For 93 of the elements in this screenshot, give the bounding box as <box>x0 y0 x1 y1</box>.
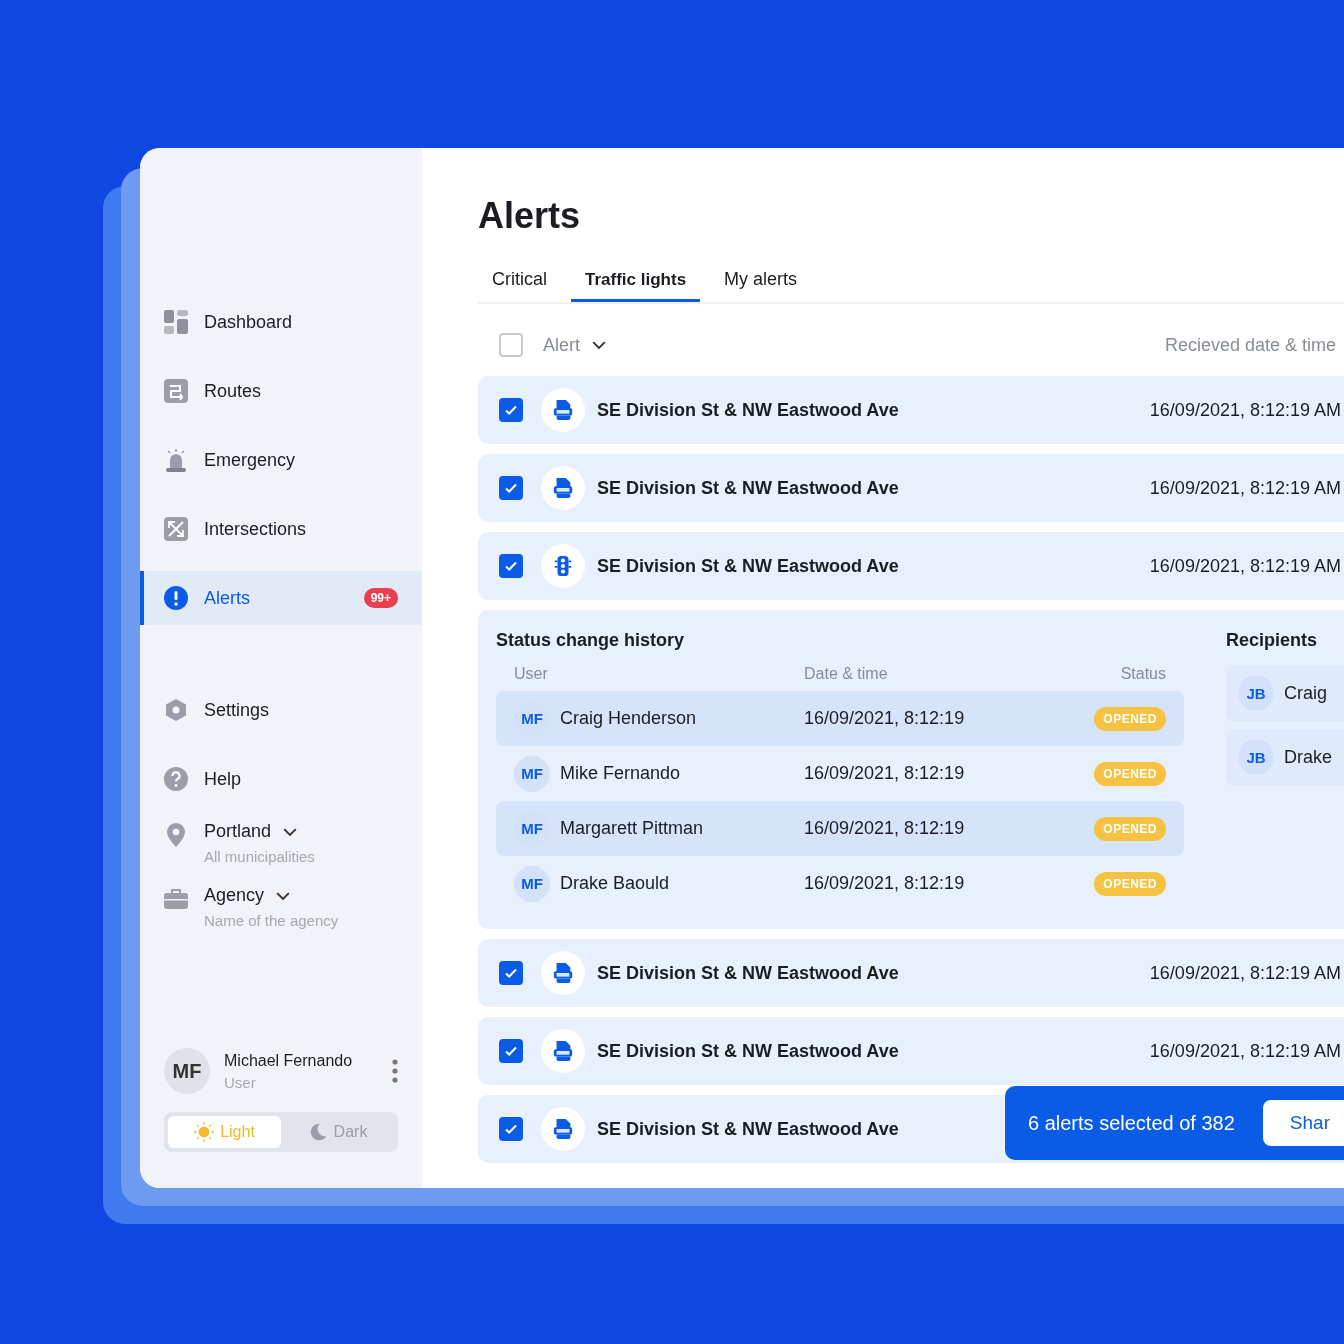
checkbox[interactable] <box>499 961 523 985</box>
status-badge: OPENED <box>1094 706 1166 731</box>
chevron-down-icon <box>592 340 606 350</box>
check-icon <box>504 966 518 980</box>
user-avatar: MF <box>514 755 550 792</box>
help-icon <box>164 767 188 791</box>
alert-name: SE Division St & NW Eastwood Ave <box>597 555 899 577</box>
alert-name: SE Division St & NW Eastwood Ave <box>597 962 899 984</box>
nav-item[interactable]: Dashboard <box>140 295 422 349</box>
history-date: 16/09/2021, 8:12:19 <box>804 763 966 784</box>
checkbox[interactable] <box>499 1039 523 1063</box>
tab[interactable]: My alerts <box>710 260 812 302</box>
selector-dropdown[interactable]: Agency <box>204 885 291 906</box>
user-role: User <box>224 1073 257 1091</box>
location-pin-icon <box>164 823 188 847</box>
nav-item[interactable]: Alerts 99+ <box>140 571 422 625</box>
intersection-icon <box>164 517 188 541</box>
nav-item[interactable]: Settings <box>140 683 422 737</box>
tab[interactable]: Traffic lights <box>571 260 701 302</box>
log-file-icon <box>552 477 574 499</box>
user-avatar: MF <box>514 865 550 902</box>
user-name: Margarett Pittman <box>560 818 704 839</box>
recipient-avatar: JB <box>1238 739 1274 775</box>
more-icon[interactable] <box>392 1059 398 1083</box>
sun-icon <box>194 1122 215 1142</box>
alert-name: SE Division St & NW Eastwood Ave <box>597 399 899 421</box>
recipient-name: Craig <box>1284 682 1327 704</box>
history-date: 16/09/2021, 8:12:19 <box>804 873 966 894</box>
tab[interactable]: Critical <box>478 260 561 302</box>
log-file-icon <box>552 399 574 421</box>
check-icon <box>504 559 518 573</box>
checkbox[interactable] <box>499 398 523 422</box>
alert-date: 16/09/2021, 8:12:19 AM <box>1149 1040 1341 1062</box>
traffic-light-icon <box>552 555 574 577</box>
settings-icon <box>164 698 188 722</box>
share-button[interactable]: Shar <box>1262 1100 1344 1146</box>
alert-row[interactable]: SE Division St & NW Eastwood Ave 16/09/2021, 8:12:19 AM <box>478 939 1344 1007</box>
log-file-icon <box>552 1040 574 1062</box>
history-date: 16/09/2021, 8:12:19 <box>804 708 966 729</box>
section-title: Recipients <box>1226 630 1318 651</box>
nav-item[interactable]: Emergency <box>140 433 422 487</box>
alert-name: SE Division St & NW Eastwood Ave <box>597 1118 899 1140</box>
section-title: Status change history <box>496 630 686 651</box>
alert-name: SE Division St & NW Eastwood Ave <box>597 1040 899 1062</box>
check-icon <box>504 403 518 417</box>
user-name: Drake Baould <box>560 873 670 894</box>
status-badge: OPENED <box>1094 871 1166 896</box>
column-header: Date & time <box>804 665 889 684</box>
alert-row[interactable]: SE Division St & NW Eastwood Ave 16/09/2021, 8:12:19 AM <box>478 532 1344 600</box>
alert-date: 16/09/2021, 8:12:19 AM <box>1149 399 1341 421</box>
selector-dropdown[interactable]: Portland <box>204 821 298 842</box>
selector-subtitle: Name of the agency <box>204 912 339 929</box>
checkbox[interactable] <box>499 554 523 578</box>
alert-date: 16/09/2021, 8:12:19 AM <box>1149 555 1341 577</box>
siren-icon <box>164 448 188 472</box>
recipient-name: Drake <box>1284 746 1332 768</box>
history-date: 16/09/2021, 8:12:19 <box>804 818 966 839</box>
alert-name: SE Division St & NW Eastwood Ave <box>597 477 899 499</box>
user-name: Michael Fernando <box>224 1051 353 1070</box>
checkbox[interactable] <box>499 476 523 500</box>
user-name: Mike Fernando <box>560 763 681 784</box>
log-file-icon <box>552 962 574 984</box>
status-badge: OPENED <box>1094 816 1166 841</box>
count-badge: 99+ <box>363 588 398 608</box>
dashboard-icon <box>164 310 188 334</box>
recipient-avatar: JB <box>1238 675 1274 711</box>
selector-subtitle: All municipalities <box>204 848 315 865</box>
route-icon <box>164 379 188 403</box>
alert-icon <box>164 586 188 610</box>
log-file-icon <box>552 1118 574 1140</box>
checkbox[interactable] <box>499 1117 523 1141</box>
check-icon <box>504 1122 518 1136</box>
page-title: Alerts <box>478 194 582 238</box>
alert-row[interactable]: SE Division St & NW Eastwood Ave 16/09/2021, 8:12:19 AM <box>478 454 1344 522</box>
chevron-down-icon <box>283 826 298 837</box>
alert-row[interactable]: SE Division St & NW Eastwood Ave 16/09/2021, 8:12:19 AM <box>478 1017 1344 1085</box>
column-header: User <box>514 665 549 684</box>
user-avatar: MF <box>164 1048 210 1094</box>
column-header: Recieved date & time <box>1164 334 1336 356</box>
alert-date: 16/09/2021, 8:12:19 AM <box>1149 962 1341 984</box>
nav-item[interactable]: Help <box>140 752 422 806</box>
nav-item[interactable]: Routes <box>140 364 422 418</box>
check-icon <box>504 1044 518 1058</box>
check-icon <box>504 481 518 495</box>
alert-date: 16/09/2021, 8:12:19 AM <box>1149 477 1341 499</box>
chevron-down-icon <box>276 890 291 901</box>
nav-item[interactable]: Intersections <box>140 502 422 556</box>
briefcase-icon <box>164 887 188 911</box>
column-header: Status <box>1120 665 1166 684</box>
selection-count: 6 alerts selected of 382 <box>1028 1111 1235 1135</box>
status-badge: OPENED <box>1094 761 1166 786</box>
user-name: Craig Henderson <box>560 708 697 729</box>
alert-row[interactable]: SE Division St & NW Eastwood Ave 16/09/2021, 8:12:19 AM <box>478 376 1344 444</box>
